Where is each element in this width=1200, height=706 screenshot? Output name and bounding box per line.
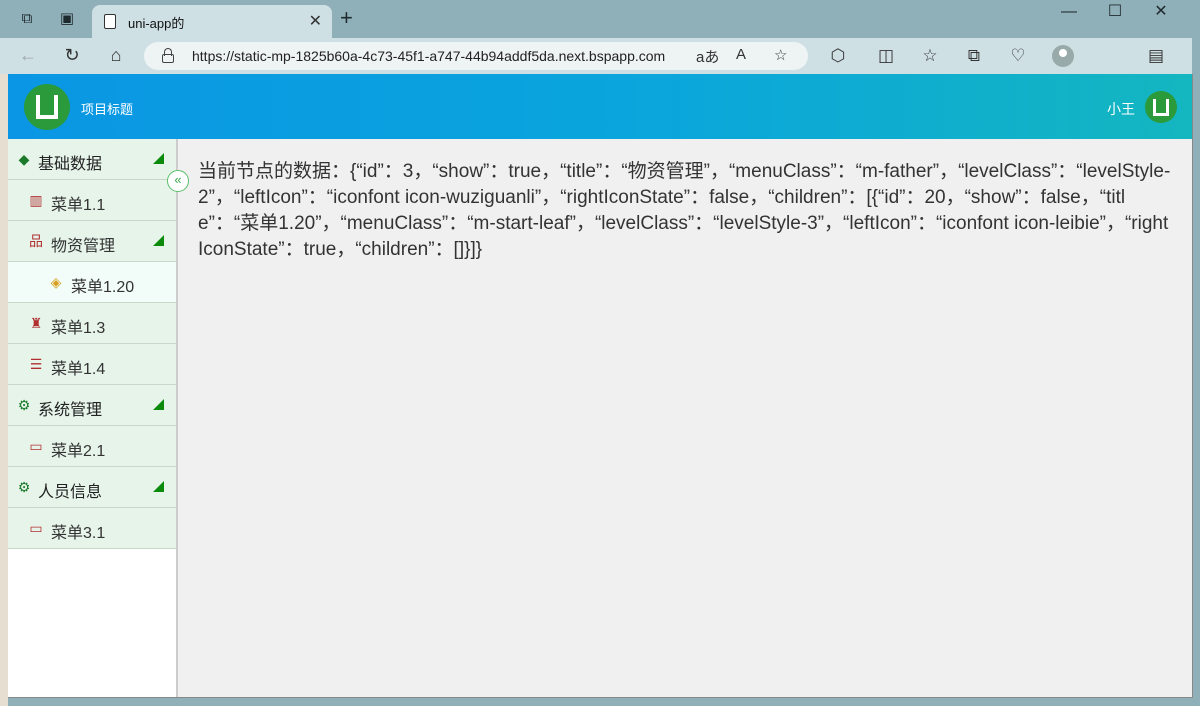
sidebar-item-menu-1-20[interactable]: ◈ 菜单1.20 [8, 262, 176, 303]
sidebar-item-menu-3-1[interactable]: ▭ 菜单3.1 [8, 508, 176, 549]
sidebar-item-label: 基础数据 [38, 156, 103, 173]
monitor-icon: ▭ [29, 438, 43, 454]
page-title: 项目标题 [81, 102, 134, 117]
gear-icon: ⚙ [17, 397, 31, 413]
sidebar-item-label: 菜单1.4 [51, 361, 106, 378]
sidebar-item-label: 菜单1.20 [71, 279, 135, 296]
app-header: 项目标题 小王 [8, 74, 1192, 139]
sidebar-item-menu-1-1[interactable]: ▥ 菜单1.1 [8, 180, 176, 221]
avatar[interactable] [1145, 91, 1177, 123]
expand-arrow-icon [153, 481, 164, 492]
list-icon: ☰ [29, 356, 43, 372]
collapse-sidebar-button[interactable]: « [167, 170, 189, 192]
sidebar-item-label: 菜单2.1 [51, 443, 106, 460]
sidebar-item-label: 物资管理 [51, 238, 116, 255]
sidebar-item-label: 菜单1.3 [51, 320, 106, 337]
stack-icon: ◈ [50, 274, 62, 290]
sidebar-item-label: 系统管理 [38, 402, 103, 419]
sidebar-item-label: 人员信息 [38, 484, 103, 501]
book-icon: ▥ [29, 192, 43, 208]
desktop-background-strip [0, 36, 8, 706]
user-name[interactable]: 小王 [1107, 99, 1135, 119]
sidebar-item-label: 菜单1.1 [51, 197, 106, 214]
sidebar-item-menu-1-3[interactable]: ♜ 菜单1.3 [8, 303, 176, 344]
node-data-text: 当前节点的数据：{“id”：3，“show”：true，“title”：“物资管… [198, 161, 1171, 260]
sidebar-item-system-admin[interactable]: ⚙ 系统管理 [8, 385, 176, 426]
page-viewport: 项目标题 小王 ◆ 基础数据 ▥ 菜单1.1 品 物资管理 ◈ 菜单1.20 ♜… [8, 74, 1193, 698]
sidebar-item-personnel[interactable]: ⚙ 人员信息 [8, 467, 176, 508]
spy-icon: ♜ [29, 315, 43, 331]
gear-icon: ⚙ [17, 479, 31, 495]
expand-arrow-icon [153, 235, 164, 246]
sidebar-item-menu-1-4[interactable]: ☰ 菜单1.4 [8, 344, 176, 385]
layers-icon: ◆ [18, 151, 30, 167]
app-logo [24, 84, 70, 130]
sidebar-item-menu-2-1[interactable]: ▭ 菜单2.1 [8, 426, 176, 467]
sidebar-item-basic-data[interactable]: ◆ 基础数据 [8, 139, 176, 180]
expand-arrow-icon [153, 399, 164, 410]
monitor-icon: ▭ [29, 520, 43, 536]
browser-window: 项目标题 小王 ◆ 基础数据 ▥ 菜单1.1 品 物资管理 ◈ 菜单1.20 ♜… [8, 0, 1200, 706]
tree-icon: 品 [29, 233, 43, 249]
sidebar-item-label: 菜单3.1 [51, 525, 106, 542]
sidebar-item-materials[interactable]: 品 物资管理 [8, 221, 176, 262]
expand-arrow-icon [153, 153, 164, 164]
sidebar-menu: ◆ 基础数据 ▥ 菜单1.1 品 物资管理 ◈ 菜单1.20 ♜ 菜单1.3 ☰… [8, 139, 178, 697]
